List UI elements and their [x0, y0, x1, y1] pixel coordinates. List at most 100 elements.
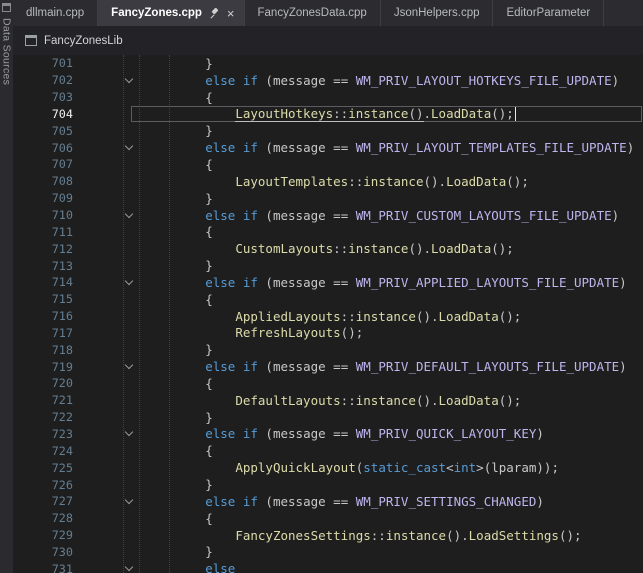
code-line-724[interactable]: 724 {: [13, 442, 643, 459]
breakpoint-margin[interactable]: [13, 341, 47, 358]
breakpoint-margin[interactable]: [13, 89, 47, 106]
fold-chevron-icon[interactable]: [125, 428, 133, 436]
close-icon[interactable]: ×: [227, 7, 235, 20]
breakpoint-margin[interactable]: [13, 308, 47, 325]
breakpoint-margin[interactable]: [13, 426, 47, 443]
code-line-731[interactable]: 731 else: [13, 560, 643, 573]
code-line-702[interactable]: 702 else if (message == WM_PRIV_LAYOUT_H…: [13, 72, 643, 89]
breakpoint-margin[interactable]: [13, 190, 47, 207]
tab-editorparameter[interactable]: EditorParameter: [493, 0, 604, 26]
tab-fancyzones-cpp[interactable]: FancyZones.cpp×: [98, 0, 244, 26]
code-line-727[interactable]: 727 else if (message == WM_PRIV_SETTINGS…: [13, 493, 643, 510]
code-token: LoadData: [446, 174, 506, 189]
code-text: AppliedLayouts::instance().LoadData();: [141, 309, 521, 324]
line-number: 718: [47, 343, 83, 357]
breakpoint-margin[interactable]: [13, 291, 47, 308]
code-line-728[interactable]: 728 {: [13, 510, 643, 527]
line-number: 731: [47, 562, 83, 573]
breakpoint-margin[interactable]: [13, 493, 47, 510]
breakpoint-margin[interactable]: [13, 223, 47, 240]
breakpoint-margin[interactable]: [13, 358, 47, 375]
vs-window: Data Sources dllmain.cppFancyZones.cpp×F…: [0, 0, 643, 573]
code-line-705[interactable]: 705 }: [13, 122, 643, 139]
fold-chevron-icon[interactable]: [125, 75, 133, 83]
code-token: [145, 393, 235, 408]
breakpoint-margin[interactable]: [13, 106, 47, 123]
code-line-726[interactable]: 726 }: [13, 476, 643, 493]
breakpoint-margin[interactable]: [13, 560, 47, 573]
breakpoint-margin[interactable]: [13, 122, 47, 139]
code-line-729[interactable]: 729 FancyZonesSettings::instance().LoadS…: [13, 527, 643, 544]
code-token: WM_PRIV_SETTINGS_CHANGED: [356, 494, 537, 509]
breakpoint-margin[interactable]: [13, 510, 47, 527]
project-dropdown[interactable]: FancyZonesLib: [44, 35, 123, 47]
code-token: [145, 275, 205, 290]
sidebar-item-data-sources[interactable]: Data Sources: [1, 18, 13, 85]
code-line-701[interactable]: 701 }: [13, 55, 643, 72]
code-line-722[interactable]: 722 }: [13, 409, 643, 426]
code-line-712[interactable]: 712 CustomLayouts::instance().LoadData()…: [13, 240, 643, 257]
fold-chevron-icon[interactable]: [125, 496, 133, 504]
code-line-710[interactable]: 710 else if (message == WM_PRIV_CUSTOM_L…: [13, 207, 643, 224]
tab-dllmain-cpp[interactable]: dllmain.cpp: [13, 0, 98, 26]
code-line-720[interactable]: 720 {: [13, 375, 643, 392]
code-line-708[interactable]: 708 LayoutTemplates::instance().LoadData…: [13, 173, 643, 190]
fold-chevron-icon[interactable]: [125, 277, 133, 285]
code-line-704[interactable]: 704 LayoutHotkeys::instance().LoadData()…: [13, 106, 643, 123]
fold-chevron-icon[interactable]: [125, 361, 133, 369]
code-line-723[interactable]: 723 else if (message == WM_PRIV_QUICK_LA…: [13, 426, 643, 443]
code-line-721[interactable]: 721 DefaultLayouts::instance().LoadData(…: [13, 392, 643, 409]
code-text: }: [141, 191, 213, 206]
code-line-718[interactable]: 718 }: [13, 341, 643, 358]
breakpoint-margin[interactable]: [13, 527, 47, 544]
code-line-707[interactable]: 707 {: [13, 156, 643, 173]
code-line-711[interactable]: 711 {: [13, 223, 643, 240]
fold-chevron-icon[interactable]: [125, 142, 133, 150]
code-token: }: [145, 410, 213, 425]
code-token: ();: [491, 106, 514, 121]
breakpoint-margin[interactable]: [13, 207, 47, 224]
fold-chevron-icon[interactable]: [125, 209, 133, 217]
breakpoint-margin[interactable]: [13, 173, 47, 190]
code-line-709[interactable]: 709 }: [13, 190, 643, 207]
breakpoint-margin[interactable]: [13, 156, 47, 173]
code-line-706[interactable]: 706 else if (message == WM_PRIV_LAYOUT_T…: [13, 139, 643, 156]
breakpoint-margin[interactable]: [13, 442, 47, 459]
breakpoint-margin[interactable]: [13, 72, 47, 89]
breakpoint-margin[interactable]: [13, 139, 47, 156]
code-line-719[interactable]: 719 else if (message == WM_PRIV_DEFAULT_…: [13, 358, 643, 375]
breakpoint-margin[interactable]: [13, 392, 47, 409]
breakpoint-margin[interactable]: [13, 476, 47, 493]
breakpoint-margin[interactable]: [13, 409, 47, 426]
breakpoint-margin[interactable]: [13, 55, 47, 72]
line-number: 726: [47, 478, 83, 492]
code-token: ().: [446, 528, 469, 543]
breakpoint-margin[interactable]: [13, 325, 47, 342]
tab-fancyzonesdata-cpp[interactable]: FancyZonesData.cpp: [245, 0, 381, 26]
fold-chevron-icon[interactable]: [125, 563, 133, 571]
pin-icon[interactable]: [209, 7, 220, 19]
code-line-715[interactable]: 715 {: [13, 291, 643, 308]
code-line-713[interactable]: 713 }: [13, 257, 643, 274]
breakpoint-margin[interactable]: [13, 375, 47, 392]
code-line-714[interactable]: 714 else if (message == WM_PRIV_APPLIED_…: [13, 274, 643, 291]
breakpoint-margin[interactable]: [13, 543, 47, 560]
code-token: AppliedLayouts: [235, 309, 340, 324]
breakpoint-margin[interactable]: [13, 257, 47, 274]
code-line-730[interactable]: 730 }: [13, 543, 643, 560]
tab-jsonhelpers-cpp[interactable]: JsonHelpers.cpp: [381, 0, 494, 26]
code-token: WM_PRIV_CUSTOM_LAYOUTS_FILE_UPDATE: [356, 208, 612, 223]
code-line-725[interactable]: 725 ApplyQuickLayout(static_cast<int>(lp…: [13, 459, 643, 476]
code-token: [145, 309, 235, 324]
breakpoint-margin[interactable]: [13, 240, 47, 257]
code-line-716[interactable]: 716 AppliedLayouts::instance().LoadData(…: [13, 308, 643, 325]
code-line-717[interactable]: 717 RefreshLayouts();: [13, 325, 643, 342]
code-lines: 701 }702 else if (message == WM_PRIV_LAY…: [13, 55, 643, 573]
line-number: 719: [47, 360, 83, 374]
breakpoint-margin[interactable]: [13, 459, 47, 476]
code-line-703[interactable]: 703 {: [13, 89, 643, 106]
breakpoint-margin[interactable]: [13, 274, 47, 291]
tool-window-icon: [2, 3, 11, 12]
code-text: else if (message == WM_PRIV_LAYOUT_HOTKE…: [141, 73, 619, 88]
code-editor[interactable]: 701 }702 else if (message == WM_PRIV_LAY…: [13, 55, 643, 573]
